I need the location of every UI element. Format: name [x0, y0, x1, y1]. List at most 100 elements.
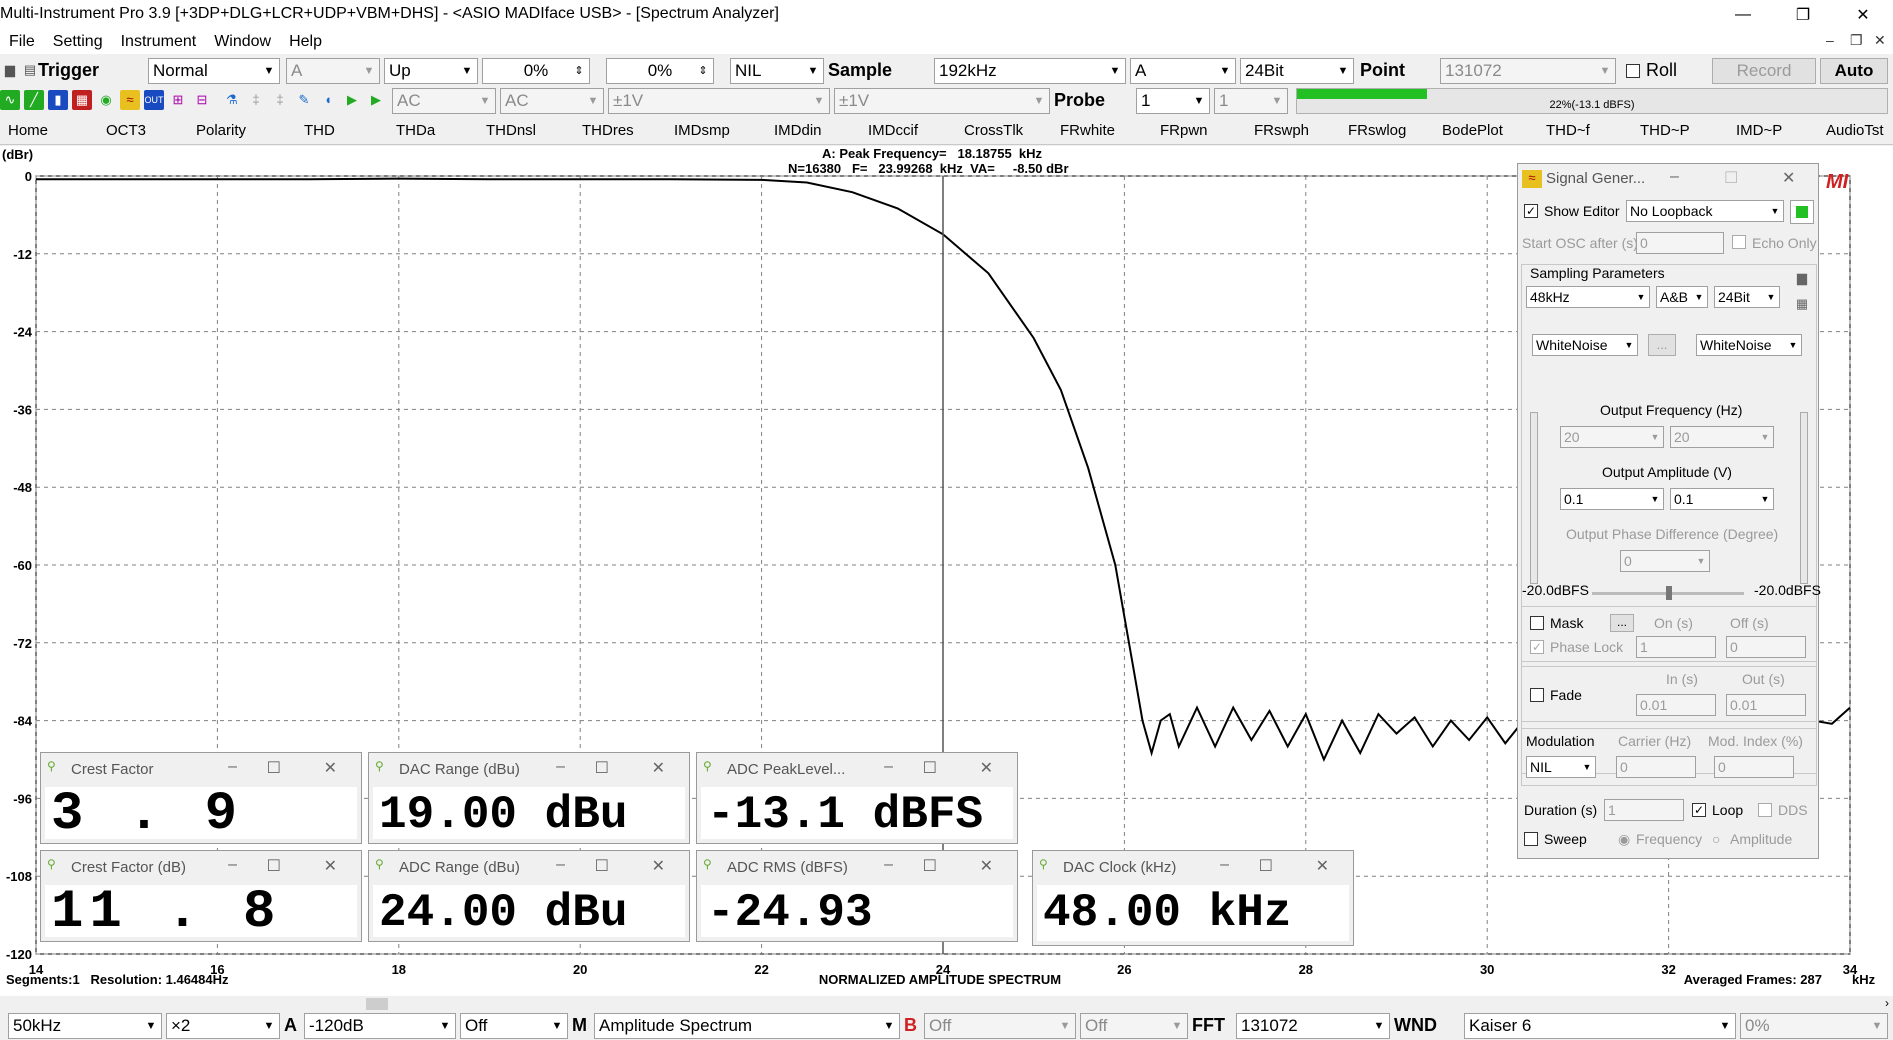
- level-b-slider[interactable]: [1800, 412, 1808, 584]
- level-a-slider[interactable]: [1530, 412, 1538, 584]
- mask-off-input[interactable]: 0: [1726, 636, 1806, 658]
- save-icon[interactable]: ▆: [0, 60, 20, 80]
- panel-minimize-button[interactable]: –: [1670, 168, 1679, 186]
- scrollbar-thumb[interactable]: [366, 998, 388, 1010]
- start-osc-input[interactable]: 0: [1636, 232, 1724, 254]
- menu-help[interactable]: Help: [280, 33, 331, 51]
- trigger-level-input[interactable]: 0% ⇕: [482, 58, 590, 84]
- echo-only-checkbox[interactable]: [1732, 235, 1746, 249]
- panel-minimize-button[interactable]: –: [228, 856, 237, 874]
- channel-select[interactable]: A ▼: [1130, 58, 1236, 84]
- close-button[interactable]: ✕: [1833, 0, 1893, 30]
- trigger-mode-select[interactable]: Normal ▼: [148, 58, 280, 84]
- loop-checkbox[interactable]: ✓: [1692, 803, 1706, 817]
- probe-b-select[interactable]: 1 ▼: [1214, 88, 1288, 114]
- tab-thdnsl[interactable]: THDnsl: [486, 122, 536, 139]
- freq-a-select[interactable]: 20 ▼: [1560, 426, 1664, 448]
- panel-close-button[interactable]: ✕: [652, 856, 665, 876]
- panel-close-button[interactable]: ✕: [324, 758, 337, 778]
- tab-frpwn[interactable]: FRpwn: [1160, 122, 1208, 139]
- tab-imdccif[interactable]: IMDccif: [868, 122, 918, 139]
- gen-channels-select[interactable]: A&B ▼: [1656, 286, 1708, 308]
- dds-checkbox[interactable]: [1758, 803, 1772, 817]
- bit-depth-select[interactable]: 24Bit ▼: [1240, 58, 1354, 84]
- cursor-a-icon[interactable]: ‡: [246, 90, 266, 110]
- frequency-radio[interactable]: ◉: [1618, 831, 1630, 848]
- trigger-delay-input[interactable]: 0% ⇕: [606, 58, 714, 84]
- tab-imddin[interactable]: IMDdin: [774, 122, 822, 139]
- panel-maximize-button[interactable]: ☐: [923, 856, 937, 876]
- panel-maximize-button[interactable]: ☐: [923, 758, 937, 778]
- show-editor-checkbox[interactable]: ✓: [1524, 204, 1538, 218]
- panel-maximize-button[interactable]: ☐: [595, 856, 609, 876]
- mdi-restore-button[interactable]: ❐: [1850, 32, 1863, 49]
- adc-peak-level-panel[interactable]: ⚲ ADC PeakLevel... – ☐ ✕ -13.1 dBFS: [696, 752, 1018, 844]
- print-icon[interactable]: ▤: [20, 60, 40, 80]
- tab-imd-p[interactable]: IMD~P: [1736, 122, 1782, 139]
- mask-checkbox[interactable]: [1530, 616, 1544, 630]
- tab-thd-p[interactable]: THD~P: [1640, 122, 1690, 139]
- a-mode-select[interactable]: Off ▼: [460, 1013, 568, 1039]
- spectrum-icon[interactable]: ▮: [48, 90, 68, 110]
- balance-slider[interactable]: [1592, 586, 1744, 600]
- amplitude-radio[interactable]: ○: [1712, 831, 1720, 847]
- range-b-select[interactable]: ±1V ▼: [834, 88, 1050, 114]
- nil-select[interactable]: NIL ▼: [730, 58, 824, 84]
- panel-close-button[interactable]: ✕: [1316, 856, 1329, 876]
- mdi-close-button[interactable]: ✕: [1874, 32, 1886, 49]
- menu-window[interactable]: Window: [205, 33, 280, 51]
- ddp-icon[interactable]: ⊞: [168, 90, 188, 110]
- menu-instrument[interactable]: Instrument: [112, 33, 206, 51]
- waveform-icon[interactable]: ╱: [24, 90, 44, 110]
- roll-checkbox[interactable]: [1626, 64, 1640, 78]
- auto-button[interactable]: Auto: [1820, 58, 1888, 84]
- mod-index-input[interactable]: 0: [1714, 756, 1794, 778]
- panel-maximize-button[interactable]: ☐: [1259, 856, 1273, 876]
- panel-close-button[interactable]: ✕: [980, 856, 993, 876]
- tab-crosstlk[interactable]: CrossTlk: [964, 122, 1023, 139]
- panel-minimize-button[interactable]: –: [228, 758, 237, 776]
- sample-rate-select[interactable]: 192kHz ▼: [934, 58, 1126, 84]
- wave-b-select[interactable]: WhiteNoise ▼: [1696, 334, 1802, 356]
- probe-icon[interactable]: ⚗: [222, 90, 242, 110]
- minimize-button[interactable]: —: [1713, 0, 1773, 30]
- mask-editor-button[interactable]: ...: [1610, 614, 1634, 632]
- panel-close-button[interactable]: ✕: [652, 758, 665, 778]
- play-once-icon[interactable]: ▶: [366, 90, 386, 110]
- gen-rate-select[interactable]: 48kHz ▼: [1526, 286, 1650, 308]
- mdi-minimize-button[interactable]: –: [1826, 32, 1834, 48]
- cursor-b-icon[interactable]: ‡: [270, 90, 290, 110]
- tab-frwhite[interactable]: FRwhite: [1060, 122, 1115, 139]
- panel-maximize-button[interactable]: ☐: [267, 856, 281, 876]
- a-range-select[interactable]: -120dB ▼: [304, 1013, 456, 1039]
- tab-audiotst[interactable]: AudioTst: [1826, 122, 1884, 139]
- panel-close-button[interactable]: ✕: [324, 856, 337, 876]
- gen-bits-select[interactable]: 24Bit ▼: [1714, 286, 1780, 308]
- amp-a-select[interactable]: 0.1 ▼: [1560, 488, 1664, 510]
- tab-bodeplot[interactable]: BodePlot: [1442, 122, 1503, 139]
- adc-range-panel[interactable]: ⚲ ADC Range (dBu) – ☐ ✕ 24.00 dBu: [368, 850, 690, 942]
- panel-maximize-button[interactable]: ☐: [595, 758, 609, 778]
- freq-b-select[interactable]: 20 ▼: [1670, 426, 1774, 448]
- save-icon[interactable]: ▆: [1792, 268, 1812, 288]
- tab-oct3[interactable]: OCT3: [106, 122, 146, 139]
- tab-thd[interactable]: THD: [304, 122, 335, 139]
- panel-minimize-button[interactable]: –: [556, 758, 565, 776]
- panel-minimize-button[interactable]: –: [884, 856, 893, 874]
- oscilloscope-icon[interactable]: ∿: [0, 90, 20, 110]
- panel-maximize-button[interactable]: ☐: [267, 758, 281, 778]
- fade-in-input[interactable]: 0.01: [1636, 694, 1716, 716]
- trigger-channel-select[interactable]: A ▼: [286, 58, 380, 84]
- trigger-edge-select[interactable]: Up ▼: [384, 58, 478, 84]
- panel-close-button[interactable]: ✕: [1782, 168, 1795, 188]
- panel-maximize-button[interactable]: ☐: [1724, 168, 1738, 188]
- menu-file[interactable]: File: [0, 33, 44, 51]
- tab-thdres[interactable]: THDres: [582, 122, 634, 139]
- speaker-icon[interactable]: ◖: [318, 90, 338, 110]
- duration-input[interactable]: 1: [1604, 799, 1684, 821]
- menu-setting[interactable]: Setting: [44, 33, 112, 51]
- meter-icon[interactable]: ◉: [96, 90, 116, 110]
- point-select[interactable]: 131072 ▼: [1440, 58, 1616, 84]
- horizontal-scrollbar[interactable]: ›: [0, 996, 1893, 1012]
- phase-select[interactable]: 0 ▼: [1620, 550, 1710, 572]
